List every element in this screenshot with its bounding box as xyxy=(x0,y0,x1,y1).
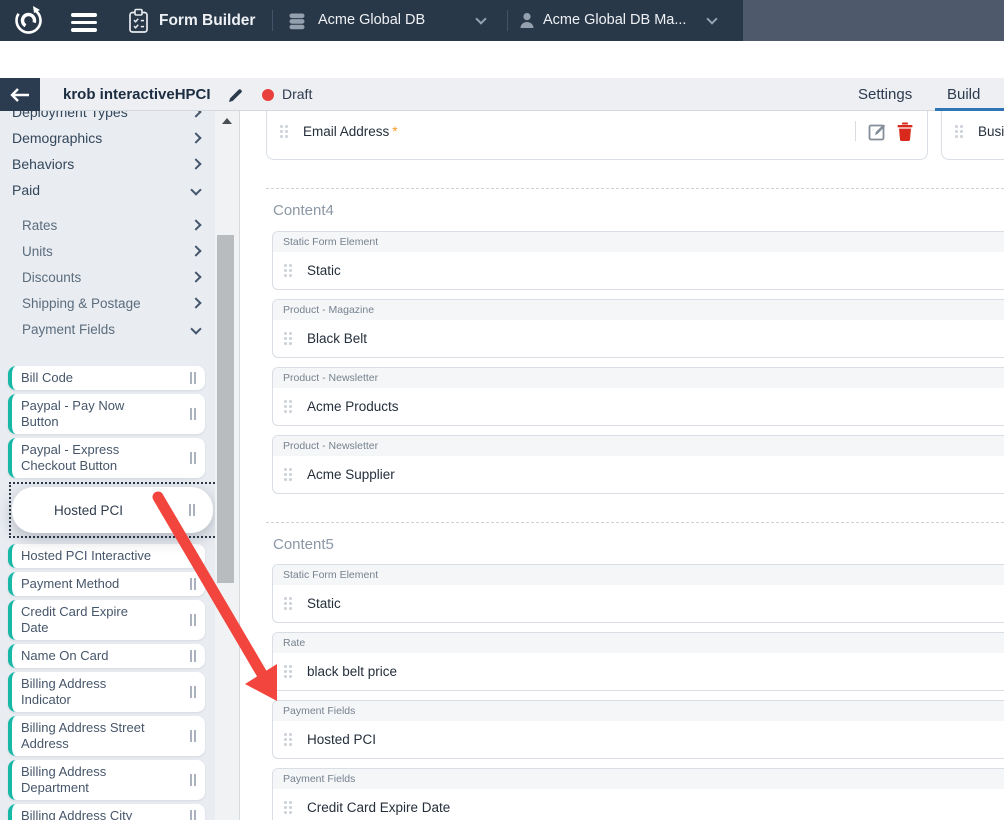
delete-element-trash-icon[interactable] xyxy=(897,122,913,141)
database-selector-label[interactable]: Acme Global DB xyxy=(318,0,425,41)
chevron-right-icon xyxy=(190,158,201,169)
field-chip-billing-address-indicator[interactable]: Billing Address Indicator xyxy=(8,672,205,712)
hamburger-menu-icon[interactable] xyxy=(71,13,97,32)
back-button[interactable] xyxy=(0,78,40,111)
chevron-down-icon xyxy=(190,184,201,195)
form-title: krob interactiveHPCI xyxy=(63,78,211,111)
drag-dots-icon[interactable] xyxy=(283,331,293,346)
section-dashed-divider xyxy=(266,188,1004,189)
status-label: Draft xyxy=(282,78,312,111)
drag-dots-icon[interactable] xyxy=(283,399,293,414)
database-icon xyxy=(289,13,305,30)
drag-dots-icon[interactable] xyxy=(283,596,293,611)
sidebar-item-discounts[interactable]: Discounts xyxy=(0,264,215,290)
canvas-element-static[interactable]: Static Form Element Static xyxy=(272,231,1004,290)
field-chip-billing-address-department[interactable]: Billing Address Department xyxy=(8,760,205,800)
edit-title-pencil-icon[interactable] xyxy=(227,87,244,104)
form-canvas: Email Address * Busin Content4 Static Fo… xyxy=(240,111,1004,820)
field-chip-billing-address-street[interactable]: Billing Address Street Address xyxy=(8,716,205,756)
scrollbar-thumb[interactable] xyxy=(217,235,234,583)
canvas-element-static-2[interactable]: Static Form Element Static xyxy=(272,564,1004,623)
required-asterisk: * xyxy=(392,124,397,139)
chevron-right-icon xyxy=(190,271,201,282)
drag-dots-icon[interactable] xyxy=(954,124,964,139)
form-builder-clipboard-icon xyxy=(127,8,150,34)
chevron-down-icon xyxy=(190,323,201,334)
element-library-sidebar: Deployment Types Demographics Behaviors … xyxy=(0,78,215,820)
field-chip-billing-address-city[interactable]: Billing Address City xyxy=(8,804,205,820)
drag-handle-icon[interactable] xyxy=(189,504,195,516)
drag-dots-icon[interactable] xyxy=(283,467,293,482)
drag-handle-icon[interactable] xyxy=(190,614,196,626)
sidebar-item-shipping-postage[interactable]: Shipping & Postage xyxy=(0,290,215,316)
chevron-right-icon xyxy=(190,219,201,230)
tab-settings[interactable]: Settings xyxy=(858,78,912,111)
form-header-bar: krob interactiveHPCI Draft Settings Buil… xyxy=(0,78,1004,111)
user-chevron-down-icon[interactable] xyxy=(706,13,717,24)
drag-dots-icon[interactable] xyxy=(283,664,293,679)
edit-element-icon[interactable] xyxy=(868,122,887,141)
drag-handle-icon[interactable] xyxy=(190,550,196,562)
drag-handle-icon[interactable] xyxy=(190,810,196,820)
chevron-right-icon xyxy=(190,132,201,143)
drag-handle-icon[interactable] xyxy=(190,686,196,698)
database-chevron-down-icon[interactable] xyxy=(475,13,486,24)
drag-dots-icon[interactable] xyxy=(279,124,289,139)
section-title-content5: Content5 xyxy=(273,536,334,553)
sidebar-scrollbar[interactable] xyxy=(215,111,240,820)
drag-handle-icon[interactable] xyxy=(190,774,196,786)
topbar-divider xyxy=(507,10,508,31)
field-chip-name-on-card[interactable]: Name On Card xyxy=(8,644,205,668)
canvas-element-hosted-pci[interactable]: Payment Fields Hosted PCI xyxy=(272,700,1004,759)
user-icon xyxy=(519,12,535,29)
drag-handle-icon[interactable] xyxy=(190,372,196,384)
drag-dots-icon[interactable] xyxy=(283,263,293,278)
drag-handle-icon[interactable] xyxy=(190,650,196,662)
divider xyxy=(855,121,856,141)
sidebar-item-payment-fields[interactable]: Payment Fields xyxy=(0,316,215,342)
app-title: Form Builder xyxy=(159,0,255,41)
section-dashed-divider xyxy=(266,522,1004,523)
chevron-right-icon xyxy=(190,297,201,308)
chevron-right-icon xyxy=(190,245,201,256)
drag-dots-icon[interactable] xyxy=(283,732,293,747)
scrollbar-up-arrow-icon[interactable] xyxy=(222,118,232,124)
sidebar-item-demographics[interactable]: Demographics xyxy=(0,125,215,151)
sidebar-item-paid[interactable]: Paid xyxy=(0,177,215,203)
canvas-element-acme-supplier[interactable]: Product - Newsletter Acme Supplier xyxy=(272,435,1004,494)
topbar-divider xyxy=(272,10,273,31)
tab-build[interactable]: Build xyxy=(947,78,980,111)
canvas-element-acme-products[interactable]: Product - Newsletter Acme Products xyxy=(272,367,1004,426)
section-title-content4: Content4 xyxy=(273,202,334,219)
drag-handle-icon[interactable] xyxy=(190,452,196,464)
field-chip-hosted-pci-interactive[interactable]: Hosted PCI Interactive xyxy=(8,544,205,568)
dragged-field-chip-hosted-pci[interactable]: Hosted PCI xyxy=(12,487,213,533)
sidebar-item-units[interactable]: Units xyxy=(0,238,215,264)
drag-handle-icon[interactable] xyxy=(190,578,196,590)
drag-handle-icon[interactable] xyxy=(190,408,196,420)
field-chip-bill-code[interactable]: Bill Code xyxy=(8,366,205,390)
canvas-element-clipped-right[interactable]: Busin xyxy=(941,111,1004,160)
field-chip-credit-card-expire-date[interactable]: Credit Card Expire Date xyxy=(8,600,205,640)
omeda-logo-icon[interactable] xyxy=(13,5,44,36)
canvas-element-black-belt-price[interactable]: Rate black belt price xyxy=(272,632,1004,691)
drag-dots-icon[interactable] xyxy=(283,800,293,815)
sidebar-item-behaviors[interactable]: Behaviors xyxy=(0,151,215,177)
back-arrow-icon xyxy=(9,87,31,103)
field-chip-payment-method[interactable]: Payment Method xyxy=(8,572,205,596)
canvas-element-credit-card-expire-date[interactable]: Payment Fields Credit Card Expire Date xyxy=(272,768,1004,820)
canvas-element-email-address[interactable]: Email Address * xyxy=(266,111,928,160)
field-chip-paypal-express[interactable]: Paypal - Express Checkout Button xyxy=(8,438,205,478)
draft-status-dot xyxy=(262,89,274,101)
drag-handle-icon[interactable] xyxy=(190,730,196,742)
top-bar-right-section xyxy=(743,0,1004,41)
drag-source-placeholder: Hosted PCI xyxy=(8,482,215,538)
canvas-element-black-belt[interactable]: Product - Magazine Black Belt xyxy=(272,299,1004,358)
field-chip-paypal-pay-now[interactable]: Paypal - Pay Now Button xyxy=(8,394,205,434)
top-app-bar: Form Builder Acme Global DB Acme Global … xyxy=(0,0,1004,41)
user-selector-label[interactable]: Acme Global DB Ma... xyxy=(543,0,686,41)
sidebar-item-rates[interactable]: Rates xyxy=(0,212,215,238)
build-active-underline xyxy=(935,108,1004,111)
